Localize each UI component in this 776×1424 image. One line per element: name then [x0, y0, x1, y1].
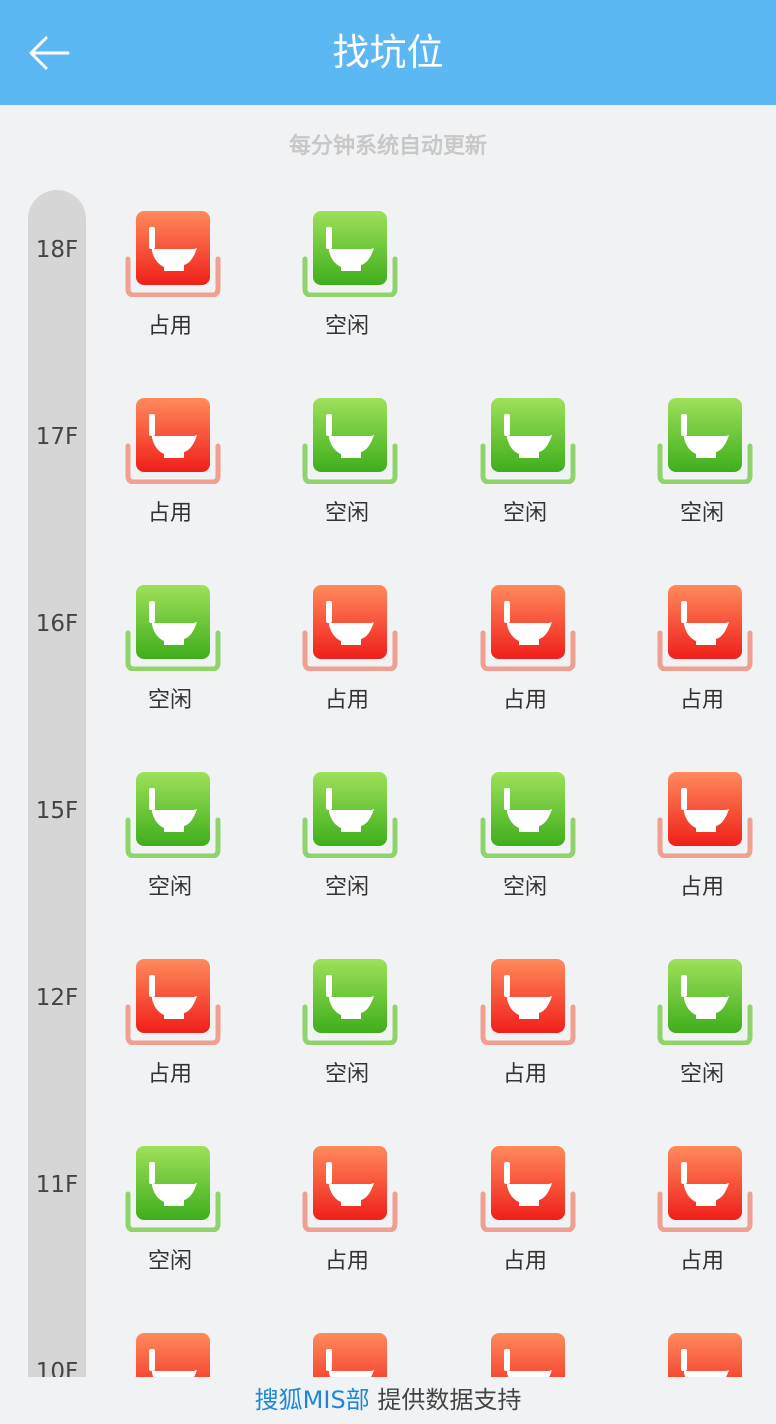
- stall-occupied[interactable]: [292, 1333, 402, 1377]
- toilet-icon: [313, 1333, 387, 1377]
- stall-vacant[interactable]: 空闲: [292, 398, 402, 528]
- stall-status: 占用: [502, 688, 547, 713]
- toilet-icon: [125, 1146, 221, 1232]
- footer-brand[interactable]: 搜狐MIS部: [255, 1386, 370, 1414]
- stall-status: 空闲: [502, 501, 547, 526]
- stall-occupied[interactable]: [647, 1333, 757, 1377]
- floor-label[interactable]: 15F: [28, 798, 86, 824]
- toilet-icon: [480, 959, 576, 1045]
- stall-status: 占用: [679, 1249, 724, 1274]
- stall-occupied[interactable]: 占用: [647, 1146, 757, 1276]
- stall-vacant[interactable]: 空闲: [115, 772, 225, 902]
- stall-status: 空闲: [679, 1062, 724, 1087]
- toilet-icon: [480, 398, 576, 484]
- toilet-icon: [125, 585, 221, 671]
- floor-row: 12F 占用 空闲 占用 空闲: [0, 933, 776, 1120]
- toilet-icon: [657, 585, 753, 671]
- stall-vacant[interactable]: 空闲: [292, 211, 402, 341]
- toilet-icon: [125, 772, 221, 858]
- stall-occupied[interactable]: 占用: [470, 959, 580, 1089]
- stall-status: 占用: [502, 1249, 547, 1274]
- app-header: 找坑位: [0, 0, 776, 105]
- stall-occupied[interactable]: 占用: [292, 585, 402, 715]
- floor-row: 18F 占用 空闲: [0, 185, 776, 372]
- floor-label[interactable]: 17F: [28, 424, 86, 450]
- footer-text: 提供数据支持: [377, 1386, 522, 1414]
- stall-occupied[interactable]: 占用: [292, 1146, 402, 1276]
- stall-status: 空闲: [147, 688, 192, 713]
- toilet-icon: [480, 1146, 576, 1232]
- update-notice: 每分钟系统自动更新: [288, 134, 487, 159]
- stall-status: 占用: [147, 501, 192, 526]
- toilet-icon: [136, 1333, 210, 1377]
- toilet-icon: [302, 772, 398, 858]
- stall-vacant[interactable]: 空闲: [115, 1146, 225, 1276]
- stall-status: 空闲: [324, 501, 369, 526]
- stall-occupied[interactable]: 占用: [647, 585, 757, 715]
- stall-list[interactable]: 18F 占用 空闲 17F 占用 空闲 空闲 空闲 16F 空闲 占用 占用 占用 15F 空闲 空闲 空闲 占用…: [0, 185, 776, 1377]
- floor-row: 17F 占用 空闲 空闲 空闲: [0, 372, 776, 559]
- stall-status: 空闲: [147, 875, 192, 900]
- stall-vacant[interactable]: 空闲: [470, 772, 580, 902]
- stall-status: 空闲: [324, 875, 369, 900]
- stall-status: 空闲: [502, 875, 547, 900]
- toilet-icon: [125, 211, 221, 297]
- toilet-icon: [491, 1333, 565, 1377]
- stall-status: 空闲: [147, 1249, 192, 1274]
- floor-row: 16F 空闲 占用 占用 占用: [0, 559, 776, 746]
- floor-label[interactable]: 11F: [28, 1172, 86, 1198]
- toilet-icon: [668, 1333, 742, 1377]
- stall-occupied[interactable]: 占用: [115, 959, 225, 1089]
- floor-row: 11F 空闲 占用 占用 占用: [0, 1120, 776, 1307]
- toilet-icon: [480, 585, 576, 671]
- stall-status: 空闲: [679, 501, 724, 526]
- stall-occupied[interactable]: [470, 1333, 580, 1377]
- toilet-icon: [302, 959, 398, 1045]
- stall-vacant[interactable]: 空闲: [115, 585, 225, 715]
- toilet-icon: [125, 959, 221, 1045]
- stall-occupied[interactable]: 占用: [470, 1146, 580, 1276]
- stall-status: 空闲: [324, 314, 369, 339]
- stall-vacant[interactable]: 空闲: [647, 959, 757, 1089]
- stall-vacant[interactable]: 空闲: [470, 398, 580, 528]
- stall-occupied[interactable]: 占用: [115, 398, 225, 528]
- toilet-icon: [657, 959, 753, 1045]
- stall-occupied[interactable]: [115, 1333, 225, 1377]
- toilet-icon: [657, 1146, 753, 1232]
- toilet-icon: [480, 772, 576, 858]
- floor-label[interactable]: 16F: [28, 611, 86, 637]
- toilet-icon: [302, 398, 398, 484]
- stall-status: 占用: [679, 875, 724, 900]
- stall-vacant[interactable]: 空闲: [647, 398, 757, 528]
- stall-occupied[interactable]: 占用: [647, 772, 757, 902]
- floor-row: 15F 空闲 空闲 空闲 占用: [0, 746, 776, 933]
- floor-label[interactable]: 12F: [28, 985, 86, 1011]
- floor-label[interactable]: 18F: [28, 237, 86, 263]
- toilet-icon: [657, 398, 753, 484]
- stall-status: 空闲: [324, 1062, 369, 1087]
- stall-status: 占用: [324, 688, 369, 713]
- stall-vacant[interactable]: 空闲: [292, 959, 402, 1089]
- stall-status: 占用: [147, 314, 192, 339]
- toilet-icon: [302, 211, 398, 297]
- toilet-icon: [657, 772, 753, 858]
- footer: 搜狐MIS部 提供数据支持: [0, 1380, 776, 1424]
- stall-occupied[interactable]: 占用: [470, 585, 580, 715]
- page-title: 找坑位: [332, 31, 444, 74]
- floor-label[interactable]: 10F: [28, 1359, 86, 1377]
- stall-vacant[interactable]: 空闲: [292, 772, 402, 902]
- toilet-icon: [302, 1146, 398, 1232]
- toilet-icon: [125, 398, 221, 484]
- toilet-icon: [302, 585, 398, 671]
- stall-status: 占用: [324, 1249, 369, 1274]
- floor-row: 10F: [0, 1307, 776, 1377]
- stall-status: 占用: [502, 1062, 547, 1087]
- stall-occupied[interactable]: 占用: [115, 211, 225, 341]
- stall-status: 占用: [147, 1062, 192, 1087]
- stall-status: 占用: [679, 688, 724, 713]
